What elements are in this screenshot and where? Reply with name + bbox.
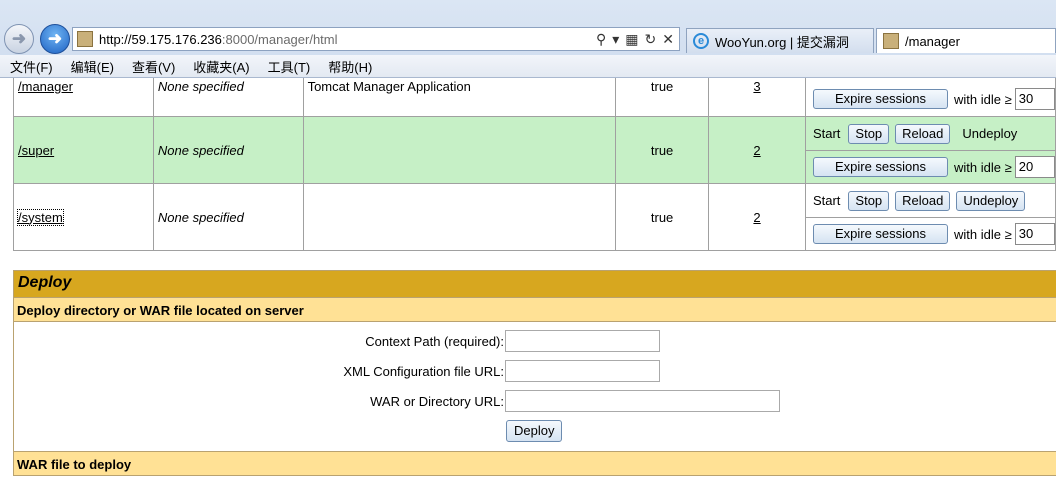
menu-help[interactable]: 帮助(H) bbox=[318, 57, 380, 76]
back-button[interactable]: ➜ bbox=[4, 24, 34, 54]
search-icon[interactable]: ⚲ bbox=[596, 31, 606, 48]
address-bar[interactable]: http://59.175.176.236:8000/manager/html … bbox=[72, 27, 680, 51]
menu-favorites[interactable]: 收藏夹(A) bbox=[183, 57, 257, 76]
deploy-title: Deploy bbox=[14, 271, 1056, 297]
undeploy-button[interactable]: Undeploy bbox=[956, 190, 1026, 211]
app-version: None specified bbox=[152, 116, 304, 184]
app-version: None specified bbox=[152, 183, 304, 251]
tab-wooyun[interactable]: e WooYun.org | 提交漏洞 bbox=[686, 28, 874, 53]
expire-sessions-button[interactable]: Expire sessions bbox=[812, 157, 948, 177]
app-display-name bbox=[302, 116, 617, 184]
page-content: /manager None specified Tomcat Manager A… bbox=[0, 78, 1056, 482]
app-path-link[interactable]: /system bbox=[17, 208, 64, 226]
page-favicon-icon bbox=[883, 33, 899, 49]
idle-input[interactable]: 30 bbox=[1014, 88, 1055, 110]
with-idle-label: with idle ≥ bbox=[954, 159, 1012, 175]
reload-button[interactable]: Reload bbox=[895, 190, 951, 211]
menu-bar: 文件(F) 编辑(E) 查看(V) 收藏夹(A) 工具(T) 帮助(H) bbox=[0, 55, 1056, 77]
idle-input[interactable]: 20 bbox=[1014, 156, 1055, 178]
xml-config-input[interactable] bbox=[505, 360, 660, 382]
menu-view[interactable]: 查看(V) bbox=[122, 57, 183, 76]
start-label: Start bbox=[812, 193, 841, 208]
app-sessions-link[interactable]: 3 bbox=[753, 79, 760, 94]
expire-sessions-button[interactable]: Expire sessions bbox=[812, 89, 948, 109]
tab-label: WooYun.org | 提交漏洞 bbox=[715, 34, 849, 50]
undeploy-label: Undeploy bbox=[962, 126, 1018, 141]
menu-file[interactable]: 文件(F) bbox=[0, 57, 61, 76]
war-url-input[interactable] bbox=[505, 390, 780, 412]
start-label: Start bbox=[812, 126, 841, 141]
app-display-name: Tomcat Manager Application bbox=[302, 78, 617, 117]
reload-button[interactable]: Reload bbox=[895, 123, 951, 144]
table-row: /manager None specified Tomcat Manager A… bbox=[13, 78, 1056, 117]
expire-sessions-button[interactable]: Expire sessions bbox=[812, 224, 948, 244]
dropdown-icon[interactable]: ▾ bbox=[612, 31, 619, 48]
page-favicon-icon bbox=[77, 31, 93, 47]
xml-config-label: XML Configuration file URL: bbox=[343, 364, 504, 379]
browser-chrome: ➜ ➜ http://59.175.176.236:8000/manager/h… bbox=[0, 0, 1056, 78]
with-idle-label: with idle ≥ bbox=[954, 226, 1012, 242]
stop-button[interactable]: Stop bbox=[848, 123, 890, 144]
app-path-link[interactable]: /manager bbox=[18, 79, 73, 94]
deploy-button[interactable]: Deploy bbox=[506, 420, 563, 442]
table-row: /super None specified true 2 Start Stop … bbox=[13, 116, 1056, 184]
app-sessions-link[interactable]: 2 bbox=[753, 143, 760, 158]
deploy-server-form: Context Path (required): XML Configurati… bbox=[14, 321, 1056, 451]
address-url[interactable]: http://59.175.176.236:8000/manager/html bbox=[99, 32, 596, 47]
forward-button[interactable]: ➜ bbox=[40, 24, 70, 54]
compat-view-icon[interactable]: ▦ bbox=[625, 31, 638, 48]
idle-input[interactable]: 30 bbox=[1014, 223, 1055, 245]
menu-tools[interactable]: 工具(T) bbox=[258, 57, 319, 76]
url-host: http://59.175.176.236 bbox=[99, 31, 222, 47]
table-row: /system None specified true 2 Start Stop… bbox=[13, 183, 1056, 251]
arrow-left-icon: ➜ bbox=[11, 29, 27, 48]
app-running: true bbox=[615, 78, 710, 117]
refresh-icon[interactable]: ↻ bbox=[645, 31, 657, 48]
tab-label: /manager bbox=[905, 33, 960, 49]
arrow-right-icon: ➜ bbox=[47, 29, 63, 48]
context-path-label: Context Path (required): bbox=[365, 334, 504, 349]
deploy-server-heading: Deploy directory or WAR file located on … bbox=[14, 297, 1056, 321]
stop-icon[interactable]: ✕ bbox=[662, 31, 674, 48]
app-version: None specified bbox=[152, 78, 304, 117]
stop-button[interactable]: Stop bbox=[848, 190, 890, 211]
tab-manager[interactable]: /manager bbox=[876, 28, 1056, 53]
war-url-label: WAR or Directory URL: bbox=[370, 394, 504, 409]
ie-icon: e bbox=[693, 33, 709, 49]
app-display-name bbox=[302, 183, 617, 251]
app-path-link[interactable]: /super bbox=[18, 143, 54, 158]
war-upload-heading: WAR file to deploy bbox=[14, 451, 1056, 475]
applications-table: /manager None specified Tomcat Manager A… bbox=[13, 78, 1056, 251]
deploy-section: Deploy Deploy directory or WAR file loca… bbox=[13, 270, 1056, 476]
url-path: :8000/manager/html bbox=[221, 31, 338, 47]
app-running: true bbox=[615, 183, 710, 251]
with-idle-label: with idle ≥ bbox=[954, 91, 1012, 107]
app-running: true bbox=[615, 116, 710, 184]
menu-edit[interactable]: 编辑(E) bbox=[61, 57, 122, 76]
app-sessions-link[interactable]: 2 bbox=[753, 210, 760, 225]
context-path-input[interactable] bbox=[505, 330, 660, 352]
